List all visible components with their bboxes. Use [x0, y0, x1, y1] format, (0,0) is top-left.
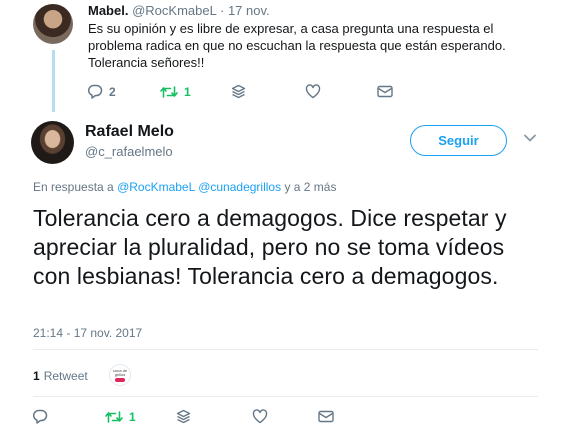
reply-count: 2 [109, 84, 116, 99]
reply-context: En respuesta a @RocKmabeL @cunadegrillos… [33, 180, 336, 194]
like-button[interactable] [305, 84, 377, 99]
retweet-icon [105, 410, 123, 423]
thread-line [52, 50, 55, 112]
divider [33, 349, 538, 350]
parent-tweet-header: Mabel. @RocKmabeL · 17 nov. [88, 3, 270, 18]
mention-link[interactable]: @RocKmabeL [117, 180, 195, 194]
mention-link[interactable]: @cunadegrillos [198, 180, 281, 194]
retweeter-avatar-mark [115, 377, 125, 382]
parent-tweet-actions: 2 1 [87, 84, 393, 99]
retweet-button[interactable]: 1 [105, 410, 176, 424]
reply-button[interactable] [32, 409, 105, 424]
retweet-label: Retweet [43, 369, 88, 383]
parent-tweet-text: Es su opinión y es libre de expresar, a … [88, 21, 506, 70]
divider [33, 396, 538, 397]
chevron-down-icon[interactable] [523, 131, 537, 145]
heart-icon [252, 409, 268, 424]
retweet-button[interactable]: 1 [160, 85, 231, 99]
stack-button[interactable] [176, 409, 252, 424]
reply-others[interactable]: y a 2 más [284, 180, 336, 194]
tweet-actions: 1 [32, 409, 334, 424]
message-button[interactable] [318, 410, 334, 423]
reply-button[interactable]: 2 [87, 84, 160, 99]
avatar[interactable] [31, 121, 74, 164]
retweet-count: 1 [129, 409, 136, 424]
tweet-timestamp[interactable]: 21:14 - 17 nov. 2017 [33, 326, 142, 340]
tweet-text: Tolerancia cero a demagogos. Dice respet… [33, 205, 507, 289]
like-button[interactable] [252, 409, 318, 424]
retweeter-avatar[interactable]: cuna de grillos [109, 364, 131, 386]
reply-icon [33, 409, 48, 424]
layers-icon [176, 409, 191, 424]
author-name[interactable]: Rafael Melo [85, 123, 174, 141]
separator-dot: · [219, 3, 225, 18]
retweeter-avatar-text: cuna de grillos [112, 368, 128, 377]
tweet-date[interactable]: 17 nov. [228, 3, 270, 18]
retweet-stats[interactable]: 1 Retweet [33, 369, 88, 383]
avatar[interactable] [33, 4, 73, 44]
author-handle[interactable]: @RocKmabeL [132, 3, 216, 18]
layers-icon [231, 84, 246, 99]
retweet-icon [160, 85, 178, 98]
parent-tweet[interactable]: Mabel. @RocKmabeL · 17 nov. Es su opinió… [0, 0, 568, 112]
follow-button[interactable]: Seguir [410, 125, 507, 156]
heart-icon [305, 84, 321, 99]
retweet-count: 1 [184, 84, 191, 99]
envelope-icon [318, 410, 334, 423]
stack-button[interactable] [231, 84, 305, 99]
author-handle[interactable]: @c_rafaelmelo [85, 144, 173, 159]
message-button[interactable] [377, 85, 393, 98]
reply-prefix: En respuesta a [33, 180, 114, 194]
envelope-icon [377, 85, 393, 98]
author-name[interactable]: Mabel. [88, 3, 128, 18]
reply-icon [88, 84, 103, 99]
retweet-total: 1 [33, 369, 40, 383]
